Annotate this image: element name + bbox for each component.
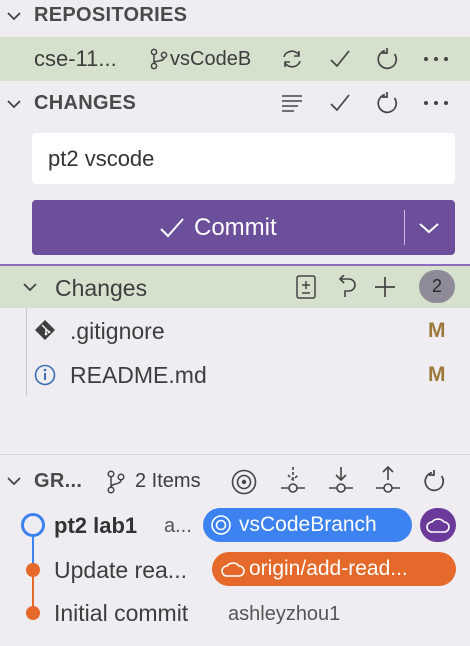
graph-items-label[interactable]: 2 Items — [135, 470, 201, 493]
changes-title: CHANGES — [34, 92, 137, 114]
target-icon — [209, 513, 233, 537]
commit-message-input[interactable]: pt2 vscode — [32, 133, 455, 184]
file-row[interactable]: .gitignore M — [0, 310, 470, 352]
commit-node-head — [21, 513, 45, 537]
open-changes-icon[interactable] — [292, 273, 320, 301]
target-icon[interactable] — [229, 467, 259, 497]
origin-ref-label: origin/add-read... — [249, 557, 408, 580]
cloud-icon — [426, 517, 450, 533]
cloud-badge[interactable] — [420, 508, 456, 542]
commit-message: Update rea... — [54, 557, 187, 583]
graph-commit-row[interactable]: pt2 lab1 a... vsCodeBranch — [0, 504, 470, 546]
commit-check-icon — [158, 216, 186, 240]
refresh-icon[interactable] — [421, 467, 449, 495]
commit-message-value: pt2 vscode — [48, 145, 155, 171]
more-icon[interactable] — [420, 46, 452, 72]
commit-button-label: Commit — [194, 214, 277, 241]
chevron-down-icon[interactable] — [4, 94, 24, 114]
cloud-icon — [220, 560, 246, 578]
file-name: .gitignore — [70, 318, 165, 344]
changes-group-row[interactable]: Changes 2 — [0, 264, 470, 308]
file-status: M — [428, 363, 446, 386]
commit-message: pt2 lab1 — [54, 513, 138, 538]
branch-icon — [104, 469, 128, 495]
graph-commit-row[interactable]: Update rea... origin/add-read... — [0, 549, 470, 591]
changes-count-badge: 2 — [419, 270, 455, 303]
file-status: M — [428, 319, 446, 342]
commit-button[interactable]: Commit — [32, 200, 455, 255]
commit-node — [26, 563, 40, 577]
check-icon[interactable] — [326, 46, 354, 72]
sync-icon[interactable] — [278, 46, 306, 72]
origin-ref-badge[interactable]: origin/add-read... — [212, 552, 456, 586]
graph-header[interactable]: GR... 2 Items — [0, 460, 470, 502]
repository-row[interactable]: cse-11... vsCodeB — [0, 37, 470, 81]
repositories-header[interactable]: REPOSITORIES — [0, 0, 470, 32]
commit-node — [26, 606, 40, 620]
info-file-icon — [33, 363, 57, 387]
graph-title: GR... — [34, 470, 83, 492]
commit-message: Initial commit — [54, 600, 189, 626]
branch-ref-label: vsCodeBranch — [239, 513, 377, 536]
changes-header[interactable]: CHANGES — [0, 86, 470, 120]
stage-all-icon[interactable] — [371, 273, 399, 301]
refresh-icon[interactable] — [374, 46, 402, 72]
section-divider — [0, 454, 470, 455]
view-as-list-icon[interactable] — [278, 90, 306, 116]
check-icon[interactable] — [326, 90, 354, 116]
changes-count: 2 — [431, 276, 442, 296]
commit-author: a... — [164, 515, 192, 537]
chevron-down-icon[interactable] — [20, 277, 40, 297]
chevron-down-icon[interactable] — [4, 6, 24, 26]
repository-branch[interactable]: vsCodeB — [170, 48, 251, 71]
push-icon[interactable] — [374, 464, 402, 498]
branch-ref-badge[interactable]: vsCodeBranch — [203, 508, 412, 542]
commit-button-divider — [404, 210, 405, 245]
pull-icon[interactable] — [327, 464, 355, 498]
more-icon[interactable] — [420, 90, 452, 116]
chevron-down-icon[interactable] — [4, 471, 24, 491]
repositories-title: REPOSITORIES — [34, 4, 188, 26]
fetch-icon[interactable] — [279, 464, 307, 498]
git-file-icon — [34, 319, 56, 341]
commit-author: ashleyzhou1 — [228, 603, 341, 625]
file-name: README.md — [70, 362, 207, 388]
changes-group-label: Changes — [55, 275, 148, 301]
file-row[interactable]: README.md M — [0, 354, 470, 396]
repository-name: cse-11... — [34, 46, 117, 71]
refresh-icon[interactable] — [374, 90, 402, 116]
discard-changes-icon[interactable] — [332, 273, 360, 301]
branch-icon — [148, 47, 170, 71]
graph-commit-row[interactable]: Initial commit ashleyzhou1 — [0, 593, 470, 635]
chevron-down-icon[interactable] — [416, 217, 442, 239]
